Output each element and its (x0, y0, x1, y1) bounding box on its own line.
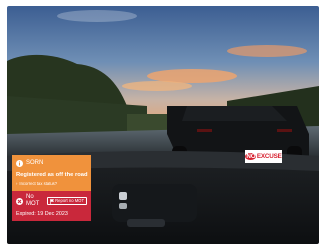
sorn-status: Registered as off the road (16, 172, 88, 178)
mot-header: No MOT Report no MOT (12, 191, 91, 207)
report-no-mot-button[interactable]: Report no MOT (47, 197, 87, 205)
logo-prefix: NO (245, 153, 257, 160)
chevron-right-icon: › (16, 181, 18, 186)
incorrect-tax-link[interactable]: › Incorrect tax status? (12, 179, 91, 186)
noexcuse-logo: NO EXCUSE (245, 150, 282, 163)
sorn-card: SORN Registered as off the road › Incorr… (12, 155, 91, 191)
logo-text: EXCUSE (256, 153, 282, 160)
sorn-title: SORN (26, 159, 44, 166)
sorn-header: SORN (12, 155, 91, 168)
info-icon (16, 159, 23, 167)
flag-icon (50, 198, 55, 204)
report-no-mot-label: Report no MOT (55, 198, 84, 203)
mot-expiry: Expired: 19 Dec 2023 (16, 211, 68, 217)
mot-title: No MOT (26, 194, 40, 207)
x-circle-icon (16, 197, 23, 205)
mot-card: No MOT Report no MOT Expired: 19 Dec 202… (12, 191, 91, 221)
incorrect-tax-link-label: Incorrect tax status? (19, 181, 58, 186)
